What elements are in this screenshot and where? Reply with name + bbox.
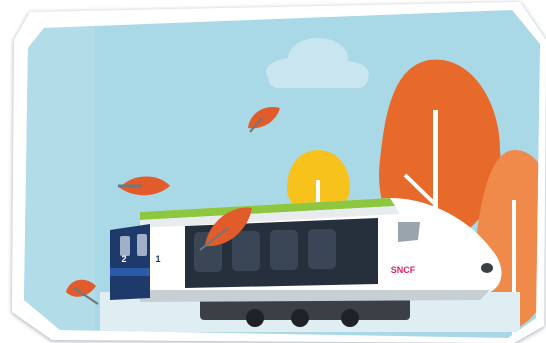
illustration-card: SNCF 2 1: [0, 0, 546, 343]
train-headlight: [481, 263, 493, 273]
train-autumn-illustration: SNCF 2 1: [12, 2, 546, 343]
train-window: [270, 230, 298, 270]
picture-area: SNCF 2 1: [24, 10, 540, 338]
train-window: [308, 229, 336, 269]
car-number-2: 2: [121, 254, 126, 264]
train-window: [232, 231, 260, 271]
car-number-1: 1: [155, 254, 160, 264]
sncf-logo-text: SNCF: [391, 265, 416, 275]
train-cab-window: [398, 222, 420, 242]
